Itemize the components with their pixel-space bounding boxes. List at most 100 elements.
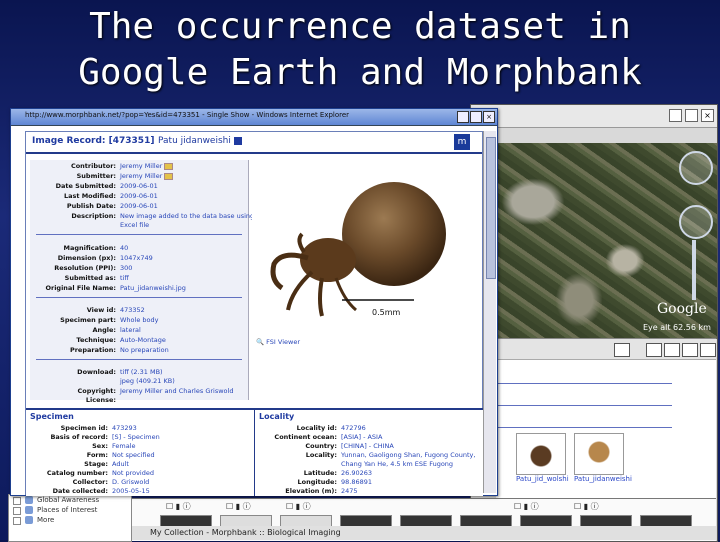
fsi-viewer-link[interactable]: 🔍 FSI Viewer: [256, 338, 300, 346]
locality-heading: Locality: [259, 412, 295, 421]
field-value: 2475: [341, 487, 358, 495]
field-label: Copyright:: [77, 387, 116, 395]
places-panel: Global Awareness Places of Interest More: [8, 494, 132, 542]
checkbox-icon[interactable]: ☐ ▮ ⓘ: [226, 501, 251, 512]
download-tiff-link[interactable]: tiff (2.31 MB): [120, 368, 163, 377]
scrollbar-thumb[interactable]: [486, 137, 496, 279]
results-divider: [496, 405, 672, 406]
browser-titlebar: http://www.morphbank.net/?pop=Yes&id=473…: [11, 109, 497, 126]
field-value: 472796: [341, 424, 366, 432]
field-value[interactable]: Jeremy Miller: [120, 172, 174, 181]
places-item[interactable]: More: [9, 515, 131, 525]
field-label: Download:: [77, 368, 116, 376]
window-icon[interactable]: [682, 343, 698, 357]
email-icon[interactable]: [164, 162, 174, 170]
checkbox-icon[interactable]: ☐ ▮ ⓘ: [514, 501, 539, 512]
field-label: Last Modified:: [63, 192, 116, 200]
pan-control-icon[interactable]: [679, 205, 713, 239]
field-label: Basis of record:: [50, 433, 108, 441]
field-value: 40: [120, 244, 129, 252]
field-label: Continent ocean:: [274, 433, 337, 441]
results-divider: [496, 383, 672, 384]
field-label: Stage:: [84, 460, 108, 468]
record-title: Image Record: [473351]: [32, 136, 155, 146]
field-value: tiff: [120, 274, 129, 282]
field-label: Magnification:: [63, 244, 116, 252]
record-taxon[interactable]: Patu jidanweishi: [158, 136, 231, 146]
spider-image[interactable]: [252, 160, 474, 328]
compass-icon[interactable]: [679, 151, 713, 185]
field-value: 1047x749: [120, 254, 153, 262]
field-label: Elevation (m):: [285, 487, 337, 495]
download-jpeg-link[interactable]: jpeg (409.21 KB): [120, 377, 175, 386]
field-label: Locality id:: [296, 424, 337, 432]
eye-altitude: Eye alt 62.56 km: [643, 323, 711, 332]
field-value[interactable]: 473352: [120, 306, 145, 315]
field-label: Specimen id:: [60, 424, 108, 432]
field-label: Latitude:: [303, 469, 337, 477]
thumbnail-label[interactable]: Patu_jidanweishi: [574, 475, 632, 483]
minimize-icon[interactable]: [669, 109, 682, 122]
places-item[interactable]: Places of Interest: [9, 505, 131, 515]
browser-window: http://www.morphbank.net/?pop=Yes&id=473…: [10, 108, 498, 496]
field-value: Whole body: [120, 316, 159, 324]
maximize-icon[interactable]: [470, 111, 482, 123]
maximize-icon[interactable]: [685, 109, 698, 122]
field-label: Dimension (px):: [57, 254, 116, 262]
field-label: Sex:: [92, 442, 108, 450]
close-icon[interactable]: ×: [483, 111, 495, 123]
field-value: 473293: [112, 424, 137, 432]
vertical-scrollbar[interactable]: [483, 131, 496, 493]
minimize-icon[interactable]: [457, 111, 469, 123]
field-label: Submitted as:: [64, 274, 116, 282]
field-value: 2009-06-01: [120, 182, 158, 190]
field-value[interactable]: Jeremy Miller: [120, 162, 174, 171]
window-icon[interactable]: [664, 343, 680, 357]
field-label: Original File Name:: [45, 284, 116, 292]
field-label: Date Submitted:: [55, 182, 116, 190]
results-divider: [496, 427, 672, 428]
field-value: lateral: [120, 326, 141, 334]
taskbar-status[interactable]: My Collection - Morphbank :: Biological …: [130, 526, 716, 540]
checkbox-icon[interactable]: ☐ ▮ ⓘ: [166, 501, 191, 512]
field-value: 2009-06-01: [120, 192, 158, 200]
field-label: Preparation:: [69, 346, 116, 354]
field-value[interactable]: Patu_jidanweishi.jpg: [120, 284, 186, 293]
field-value: [ASIA] - ASIA: [341, 433, 383, 441]
field-value: 300: [120, 264, 133, 272]
record-header: Image Record: [473351] Patu jidanweishi …: [26, 132, 482, 154]
specimen-panel: Specimen Specimen id: 473293 Basis of reco…: [26, 408, 254, 496]
field-value: Jeremy Miller and Charles Griswold: [120, 387, 234, 395]
print-icon[interactable]: [234, 137, 242, 145]
field-label: Locality:: [305, 451, 337, 459]
field-value: 26.90263: [341, 469, 373, 477]
zoom-slider[interactable]: [692, 240, 696, 300]
close-icon[interactable]: ×: [701, 109, 714, 122]
field-label: Technique:: [76, 336, 116, 344]
field-label: Country:: [305, 442, 337, 450]
result-thumbnail[interactable]: [574, 433, 624, 475]
thumbnail-label[interactable]: Patu_jid_wolshi: [516, 475, 569, 483]
lock-icon[interactable]: [614, 343, 630, 357]
places-item[interactable]: Global Awareness: [9, 495, 131, 505]
specimen-image-panel: 0.5mm 🔍 FSI Viewer: [252, 160, 474, 362]
result-thumbnail[interactable]: [516, 433, 566, 475]
checkbox-icon[interactable]: ☐ ▮ ⓘ: [286, 501, 311, 512]
close-icon[interactable]: [700, 343, 716, 357]
checkbox-icon[interactable]: ☐ ▮ ⓘ: [574, 501, 599, 512]
section-divider: [36, 359, 242, 360]
email-icon[interactable]: [164, 172, 174, 180]
morphbank-logo: m: [454, 134, 470, 150]
field-value: Auto-Montage: [120, 336, 166, 344]
google-logo: Google: [657, 301, 707, 317]
window-icon[interactable]: [646, 343, 662, 357]
field-label: Catalog number:: [46, 469, 108, 477]
field-value: No preparation: [120, 346, 169, 354]
field-value: Female: [112, 442, 136, 450]
field-value: 2005-05-15: [112, 487, 150, 495]
section-divider: [36, 234, 242, 235]
field-label: Date collected:: [52, 487, 108, 495]
field-label: Form:: [86, 451, 108, 459]
field-label: Submitter:: [76, 172, 116, 180]
slide-title: The occurrence dataset in Google Earth a…: [0, 4, 720, 96]
